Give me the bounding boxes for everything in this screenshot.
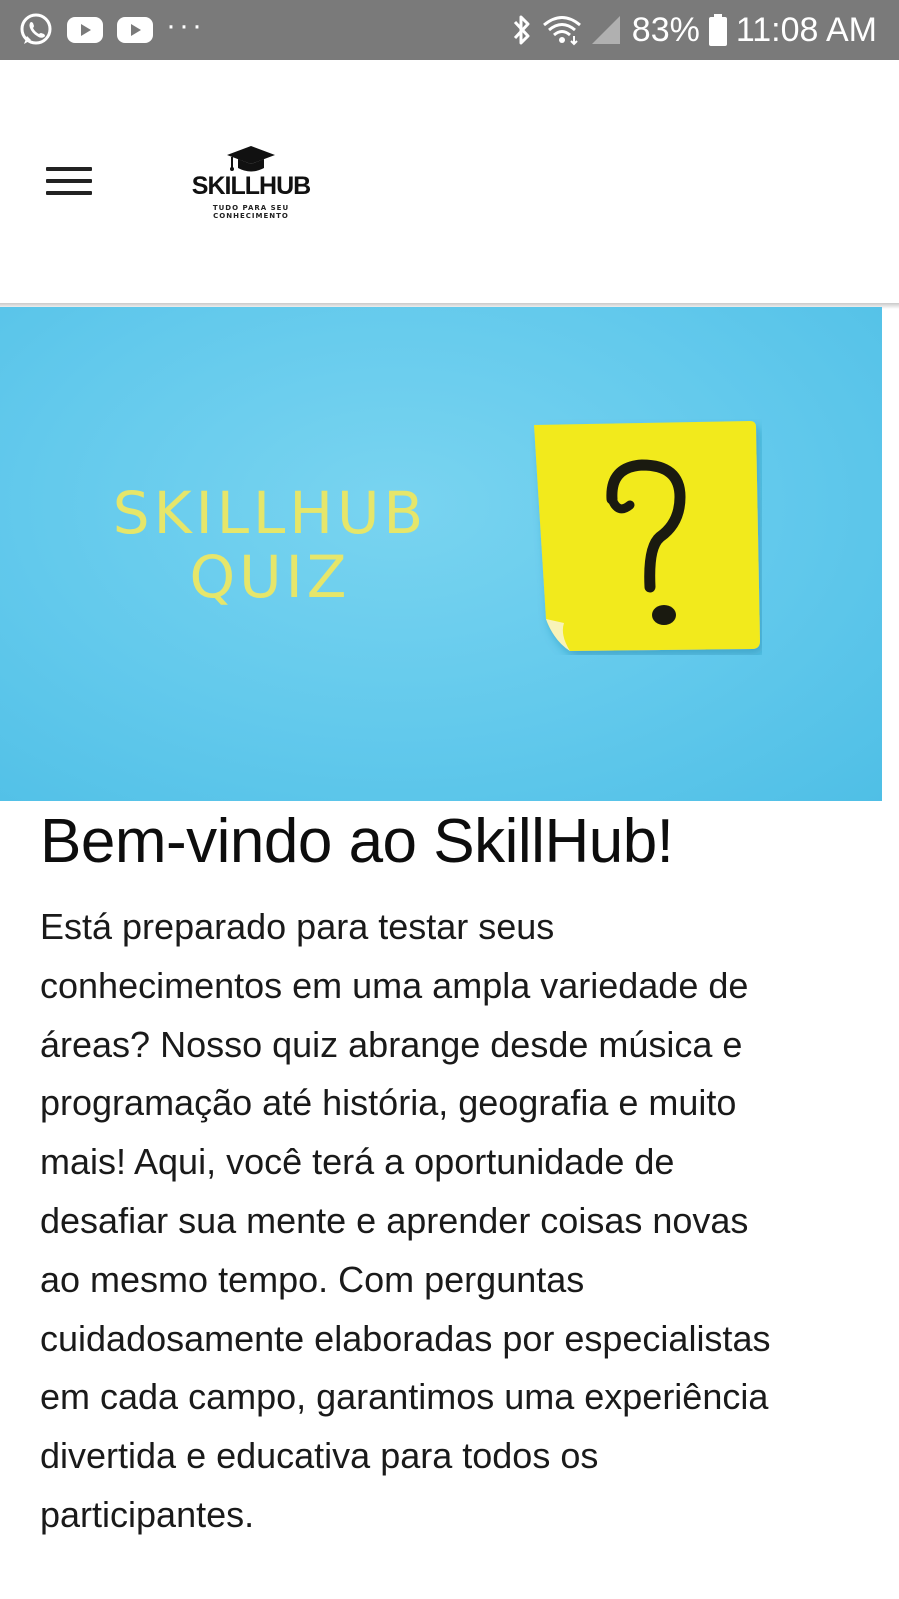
menu-bar — [46, 167, 92, 171]
status-bar: ··· 83% 11:08 AM — [0, 0, 899, 60]
question-mark-sticky-note — [530, 419, 762, 655]
hero-title-line: SKILLHUB — [112, 479, 428, 547]
status-bar-notifications: ··· — [18, 9, 217, 48]
page-title: Bem-vindo ao SkillHub! — [40, 807, 674, 876]
wifi-icon — [542, 14, 582, 46]
bluetooth-icon — [510, 13, 534, 47]
youtube-icon — [66, 15, 104, 45]
menu-bar — [46, 191, 92, 195]
menu-bar — [46, 179, 92, 183]
youtube-icon — [116, 15, 154, 45]
hero-title-line: QUIZ — [189, 543, 351, 611]
whatsapp-icon — [18, 12, 54, 48]
logo-wordmark: SKILLHUB — [191, 172, 311, 200]
signal-icon — [590, 14, 622, 46]
app-header: SKILLHUB TUDO PARA SEU CONHECIMENTO — [0, 60, 899, 305]
hamburger-menu-icon[interactable] — [44, 163, 94, 199]
logo-tagline-line: TUDO PARA SEU — [212, 204, 290, 212]
main-content: Bem-vindo ao SkillHub! Está preparado pa… — [40, 806, 860, 1545]
battery-icon — [708, 13, 728, 47]
clock: 11:08 AM — [735, 10, 877, 49]
battery-percent: 83% — [631, 10, 700, 49]
intro-paragraph: Está preparado para testar seus conhecim… — [40, 906, 771, 1535]
status-bar-system: 83% 11:08 AM — [502, 11, 877, 50]
skillhub-logo[interactable]: SKILLHUB TUDO PARA SEU CONHECIMENTO — [176, 144, 326, 228]
logo-tagline-line: CONHECIMENTO — [213, 212, 289, 220]
hero-banner: SKILLHUB QUIZ — [0, 307, 882, 801]
logo-tagline: TUDO PARA SEU CONHECIMENTO — [176, 204, 326, 220]
more-dots-icon: ··· — [166, 9, 205, 42]
